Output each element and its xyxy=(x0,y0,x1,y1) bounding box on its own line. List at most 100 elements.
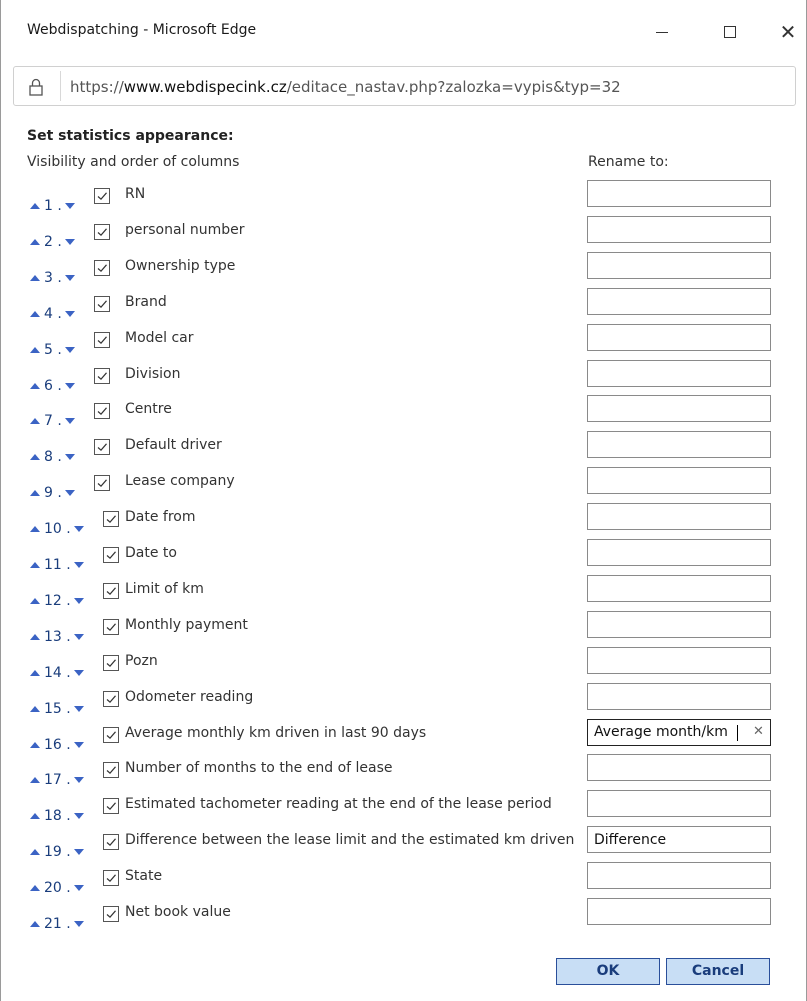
visibility-checkbox[interactable] xyxy=(94,439,110,456)
move-down-icon[interactable] xyxy=(73,885,84,892)
move-down-icon[interactable] xyxy=(73,921,84,927)
visibility-checkbox[interactable] xyxy=(103,618,119,635)
url-text[interactable]: https://www.webdispecink.cz/editace_nast… xyxy=(70,78,621,96)
visibility-checkbox[interactable] xyxy=(94,403,110,420)
close-button[interactable]: ✕ xyxy=(765,14,807,50)
rename-input[interactable] xyxy=(587,539,771,566)
rename-input[interactable] xyxy=(587,574,771,602)
rename-input[interactable] xyxy=(587,754,771,782)
move-up-icon[interactable] xyxy=(30,274,40,281)
order-controls: 1 . xyxy=(30,198,75,214)
move-down-icon[interactable] xyxy=(73,562,84,568)
move-down-icon[interactable] xyxy=(64,346,75,353)
ok-button[interactable]: OK xyxy=(556,958,660,985)
visibility-checkbox[interactable] xyxy=(103,798,119,815)
move-down-icon[interactable] xyxy=(64,310,75,317)
move-down-icon[interactable] xyxy=(64,203,75,209)
visibility-checkbox[interactable] xyxy=(94,331,110,348)
visibility-checkbox[interactable] xyxy=(103,762,119,779)
visibility-checkbox[interactable] xyxy=(103,690,119,707)
move-down-icon[interactable] xyxy=(73,597,84,604)
move-up-icon[interactable] xyxy=(30,813,40,820)
move-up-icon[interactable] xyxy=(30,849,40,856)
move-down-icon[interactable] xyxy=(64,382,75,389)
move-up-icon[interactable] xyxy=(30,669,40,676)
move-up-icon[interactable] xyxy=(30,741,40,748)
move-down-icon[interactable] xyxy=(73,777,84,784)
visibility-checkbox[interactable] xyxy=(103,511,119,528)
move-up-icon[interactable] xyxy=(30,633,40,640)
move-down-icon[interactable] xyxy=(64,274,75,281)
move-up-icon[interactable] xyxy=(30,526,40,533)
move-up-icon[interactable] xyxy=(30,921,40,927)
move-up-icon[interactable] xyxy=(30,562,40,568)
rename-input[interactable] xyxy=(587,862,771,890)
move-down-icon[interactable] xyxy=(73,633,84,640)
rename-input[interactable] xyxy=(587,790,771,818)
move-up-icon[interactable] xyxy=(30,310,40,317)
minimize-button[interactable] xyxy=(639,14,685,50)
rename-input[interactable] xyxy=(587,898,771,925)
visibility-checkbox[interactable] xyxy=(94,367,110,384)
move-down-icon[interactable] xyxy=(73,669,84,676)
visibility-checkbox[interactable] xyxy=(94,475,110,492)
column-label: State xyxy=(125,868,163,885)
move-up-icon[interactable] xyxy=(30,203,40,209)
visibility-checkbox[interactable] xyxy=(103,582,119,599)
address-bar[interactable]: https://www.webdispecink.cz/editace_nast… xyxy=(13,66,796,106)
clear-input-icon[interactable]: ✕ xyxy=(753,724,764,739)
move-up-icon[interactable] xyxy=(30,777,40,784)
move-up-icon[interactable] xyxy=(30,454,40,461)
move-down-icon[interactable] xyxy=(73,705,84,712)
move-down-icon[interactable] xyxy=(73,741,84,748)
move-up-icon[interactable] xyxy=(30,597,40,604)
visibility-checkbox[interactable] xyxy=(103,726,119,743)
rename-input[interactable] xyxy=(587,180,771,207)
column-label: Date to xyxy=(125,545,177,561)
move-up-icon[interactable] xyxy=(30,418,40,425)
rename-input[interactable] xyxy=(587,826,771,854)
move-up-icon[interactable] xyxy=(30,382,40,389)
move-up-icon[interactable] xyxy=(30,346,40,353)
rename-input[interactable] xyxy=(587,503,771,531)
checkmark-icon xyxy=(106,766,116,775)
visibility-checkbox[interactable] xyxy=(94,188,110,204)
move-down-icon[interactable] xyxy=(73,526,84,533)
move-up-icon[interactable] xyxy=(30,490,40,497)
rename-input[interactable] xyxy=(587,646,771,674)
visibility-checkbox[interactable] xyxy=(103,654,119,671)
move-down-icon[interactable] xyxy=(64,454,75,461)
visibility-checkbox[interactable] xyxy=(103,870,119,887)
move-up-icon[interactable] xyxy=(30,885,40,892)
rename-input[interactable] xyxy=(587,395,771,423)
visibility-checkbox[interactable] xyxy=(103,834,119,851)
rename-input[interactable] xyxy=(587,359,771,387)
rename-input[interactable] xyxy=(587,251,771,279)
visibility-checkbox[interactable] xyxy=(94,223,110,240)
rename-input[interactable] xyxy=(587,287,771,315)
column-row: 2 . personal number xyxy=(1,215,807,252)
move-up-icon[interactable] xyxy=(30,238,40,245)
order-controls: 16 . xyxy=(30,737,84,753)
rename-input[interactable] xyxy=(587,215,771,243)
visibility-checkbox[interactable] xyxy=(103,906,119,922)
rename-input[interactable] xyxy=(587,467,771,495)
move-down-icon[interactable] xyxy=(64,418,75,425)
lock-icon[interactable] xyxy=(28,78,44,96)
rename-input[interactable] xyxy=(587,718,771,746)
visibility-checkbox[interactable] xyxy=(103,547,119,563)
rename-input[interactable] xyxy=(587,431,771,459)
move-down-icon[interactable] xyxy=(64,490,75,497)
cancel-button[interactable]: Cancel xyxy=(666,958,770,985)
move-down-icon[interactable] xyxy=(73,813,84,820)
move-up-icon[interactable] xyxy=(30,705,40,712)
rename-input[interactable] xyxy=(587,323,771,351)
visibility-checkbox[interactable] xyxy=(94,295,110,312)
move-down-icon[interactable] xyxy=(64,238,75,245)
rename-input[interactable] xyxy=(587,682,771,710)
maximize-button[interactable] xyxy=(707,14,753,50)
visibility-checkbox[interactable] xyxy=(94,259,110,276)
move-down-icon[interactable] xyxy=(73,849,84,856)
rename-input[interactable] xyxy=(587,610,771,638)
order-number: 17 . xyxy=(44,772,71,789)
